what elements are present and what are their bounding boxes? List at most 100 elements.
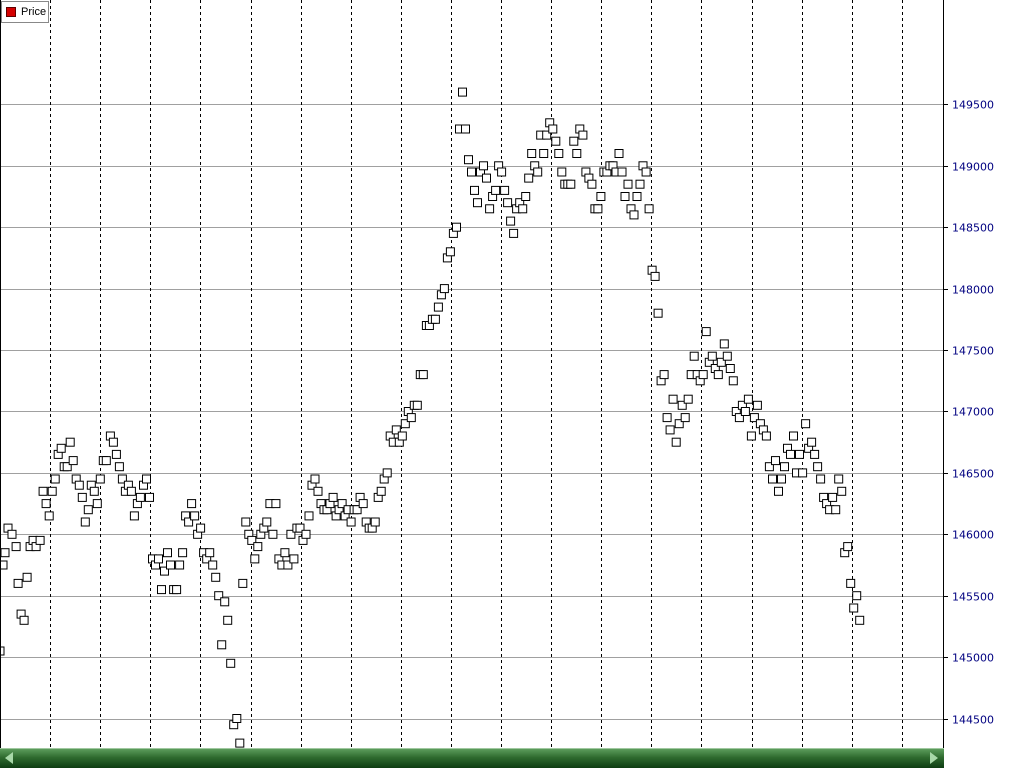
price-point <box>328 492 338 502</box>
price-point <box>271 499 281 509</box>
price-point <box>19 615 29 625</box>
price-point <box>22 572 32 582</box>
price-point <box>41 499 51 509</box>
price-point <box>464 155 473 165</box>
price-point <box>175 560 185 570</box>
price-point <box>50 474 60 484</box>
price-point <box>662 413 672 423</box>
price-point <box>837 486 847 496</box>
price-point <box>569 136 579 146</box>
price-point <box>771 456 780 466</box>
price-point <box>849 603 859 613</box>
price-point <box>154 554 163 564</box>
price-point <box>187 499 197 509</box>
y-tick-label: 145000 <box>952 652 994 665</box>
price-point <box>111 449 121 459</box>
price-point <box>452 222 461 232</box>
price-point <box>142 474 151 484</box>
price-point <box>671 437 681 447</box>
price-point <box>698 370 708 380</box>
price-point <box>196 523 206 533</box>
price-point <box>533 167 543 177</box>
price-point <box>473 198 482 208</box>
price-point <box>500 185 510 195</box>
price-point <box>846 578 856 588</box>
price-point <box>728 376 738 386</box>
price-point <box>551 136 561 146</box>
price-point <box>644 204 654 214</box>
price-point <box>578 130 588 140</box>
price-point <box>44 511 54 521</box>
price-point <box>485 204 495 214</box>
price-point <box>382 468 392 478</box>
price-point <box>777 474 786 484</box>
price-point <box>798 468 808 478</box>
price-point <box>241 517 251 527</box>
price-point <box>807 437 817 447</box>
price-point <box>250 554 260 564</box>
price-point <box>650 271 660 281</box>
price-point <box>740 407 750 416</box>
price-point <box>262 517 272 527</box>
price-point <box>725 364 735 373</box>
price-point <box>795 449 804 459</box>
price-point <box>157 585 166 595</box>
price-point <box>527 149 537 158</box>
price-point <box>126 486 136 496</box>
scroll-right-arrow-icon[interactable] <box>930 752 938 764</box>
price-point <box>217 640 227 650</box>
price-point <box>689 351 699 361</box>
price-point <box>445 247 455 257</box>
price-point <box>816 474 826 484</box>
price-point <box>433 302 443 312</box>
price-point <box>801 419 811 429</box>
horizontal-scrollbar[interactable] <box>0 748 944 768</box>
y-tick-label: 147000 <box>952 406 994 419</box>
price-point <box>587 179 597 189</box>
scroll-left-arrow-icon[interactable] <box>5 752 13 764</box>
price-point <box>35 535 45 545</box>
price-point <box>114 462 124 472</box>
price-point <box>208 560 218 570</box>
price-point <box>38 486 48 496</box>
price-point <box>810 449 820 459</box>
price-point <box>834 474 844 484</box>
price-point <box>470 185 479 195</box>
price-point <box>280 548 290 558</box>
price-point <box>205 548 215 558</box>
legend[interactable]: Price <box>1 1 49 23</box>
price-point <box>518 204 528 214</box>
price-point <box>101 456 111 466</box>
price-point <box>479 161 488 171</box>
price-point <box>223 615 233 625</box>
price-point <box>491 185 501 195</box>
price-point <box>68 456 78 466</box>
y-tick-label: 147500 <box>952 345 994 358</box>
price-point <box>509 228 519 238</box>
price-point <box>752 400 762 410</box>
price-point <box>743 394 753 404</box>
price-point <box>713 370 723 380</box>
price-point <box>0 548 10 558</box>
price-point <box>707 351 717 361</box>
legend-swatch-price <box>6 7 16 17</box>
price-point <box>461 124 470 134</box>
price-point <box>74 480 84 490</box>
price-point <box>572 149 582 158</box>
price-point <box>813 462 823 472</box>
price-point <box>418 370 428 380</box>
y-tick-label: 148500 <box>952 222 994 235</box>
price-point <box>831 505 841 515</box>
price-point <box>190 511 200 521</box>
price-point <box>439 284 449 294</box>
price-point <box>172 585 182 595</box>
price-point <box>701 327 711 337</box>
price-point <box>617 167 627 177</box>
price-point <box>852 591 862 601</box>
price-point <box>789 431 798 441</box>
price-point <box>92 499 102 509</box>
price-point <box>95 474 105 484</box>
y-tick-label: 148000 <box>952 284 994 297</box>
price-point <box>77 492 87 502</box>
price-point <box>635 179 645 189</box>
